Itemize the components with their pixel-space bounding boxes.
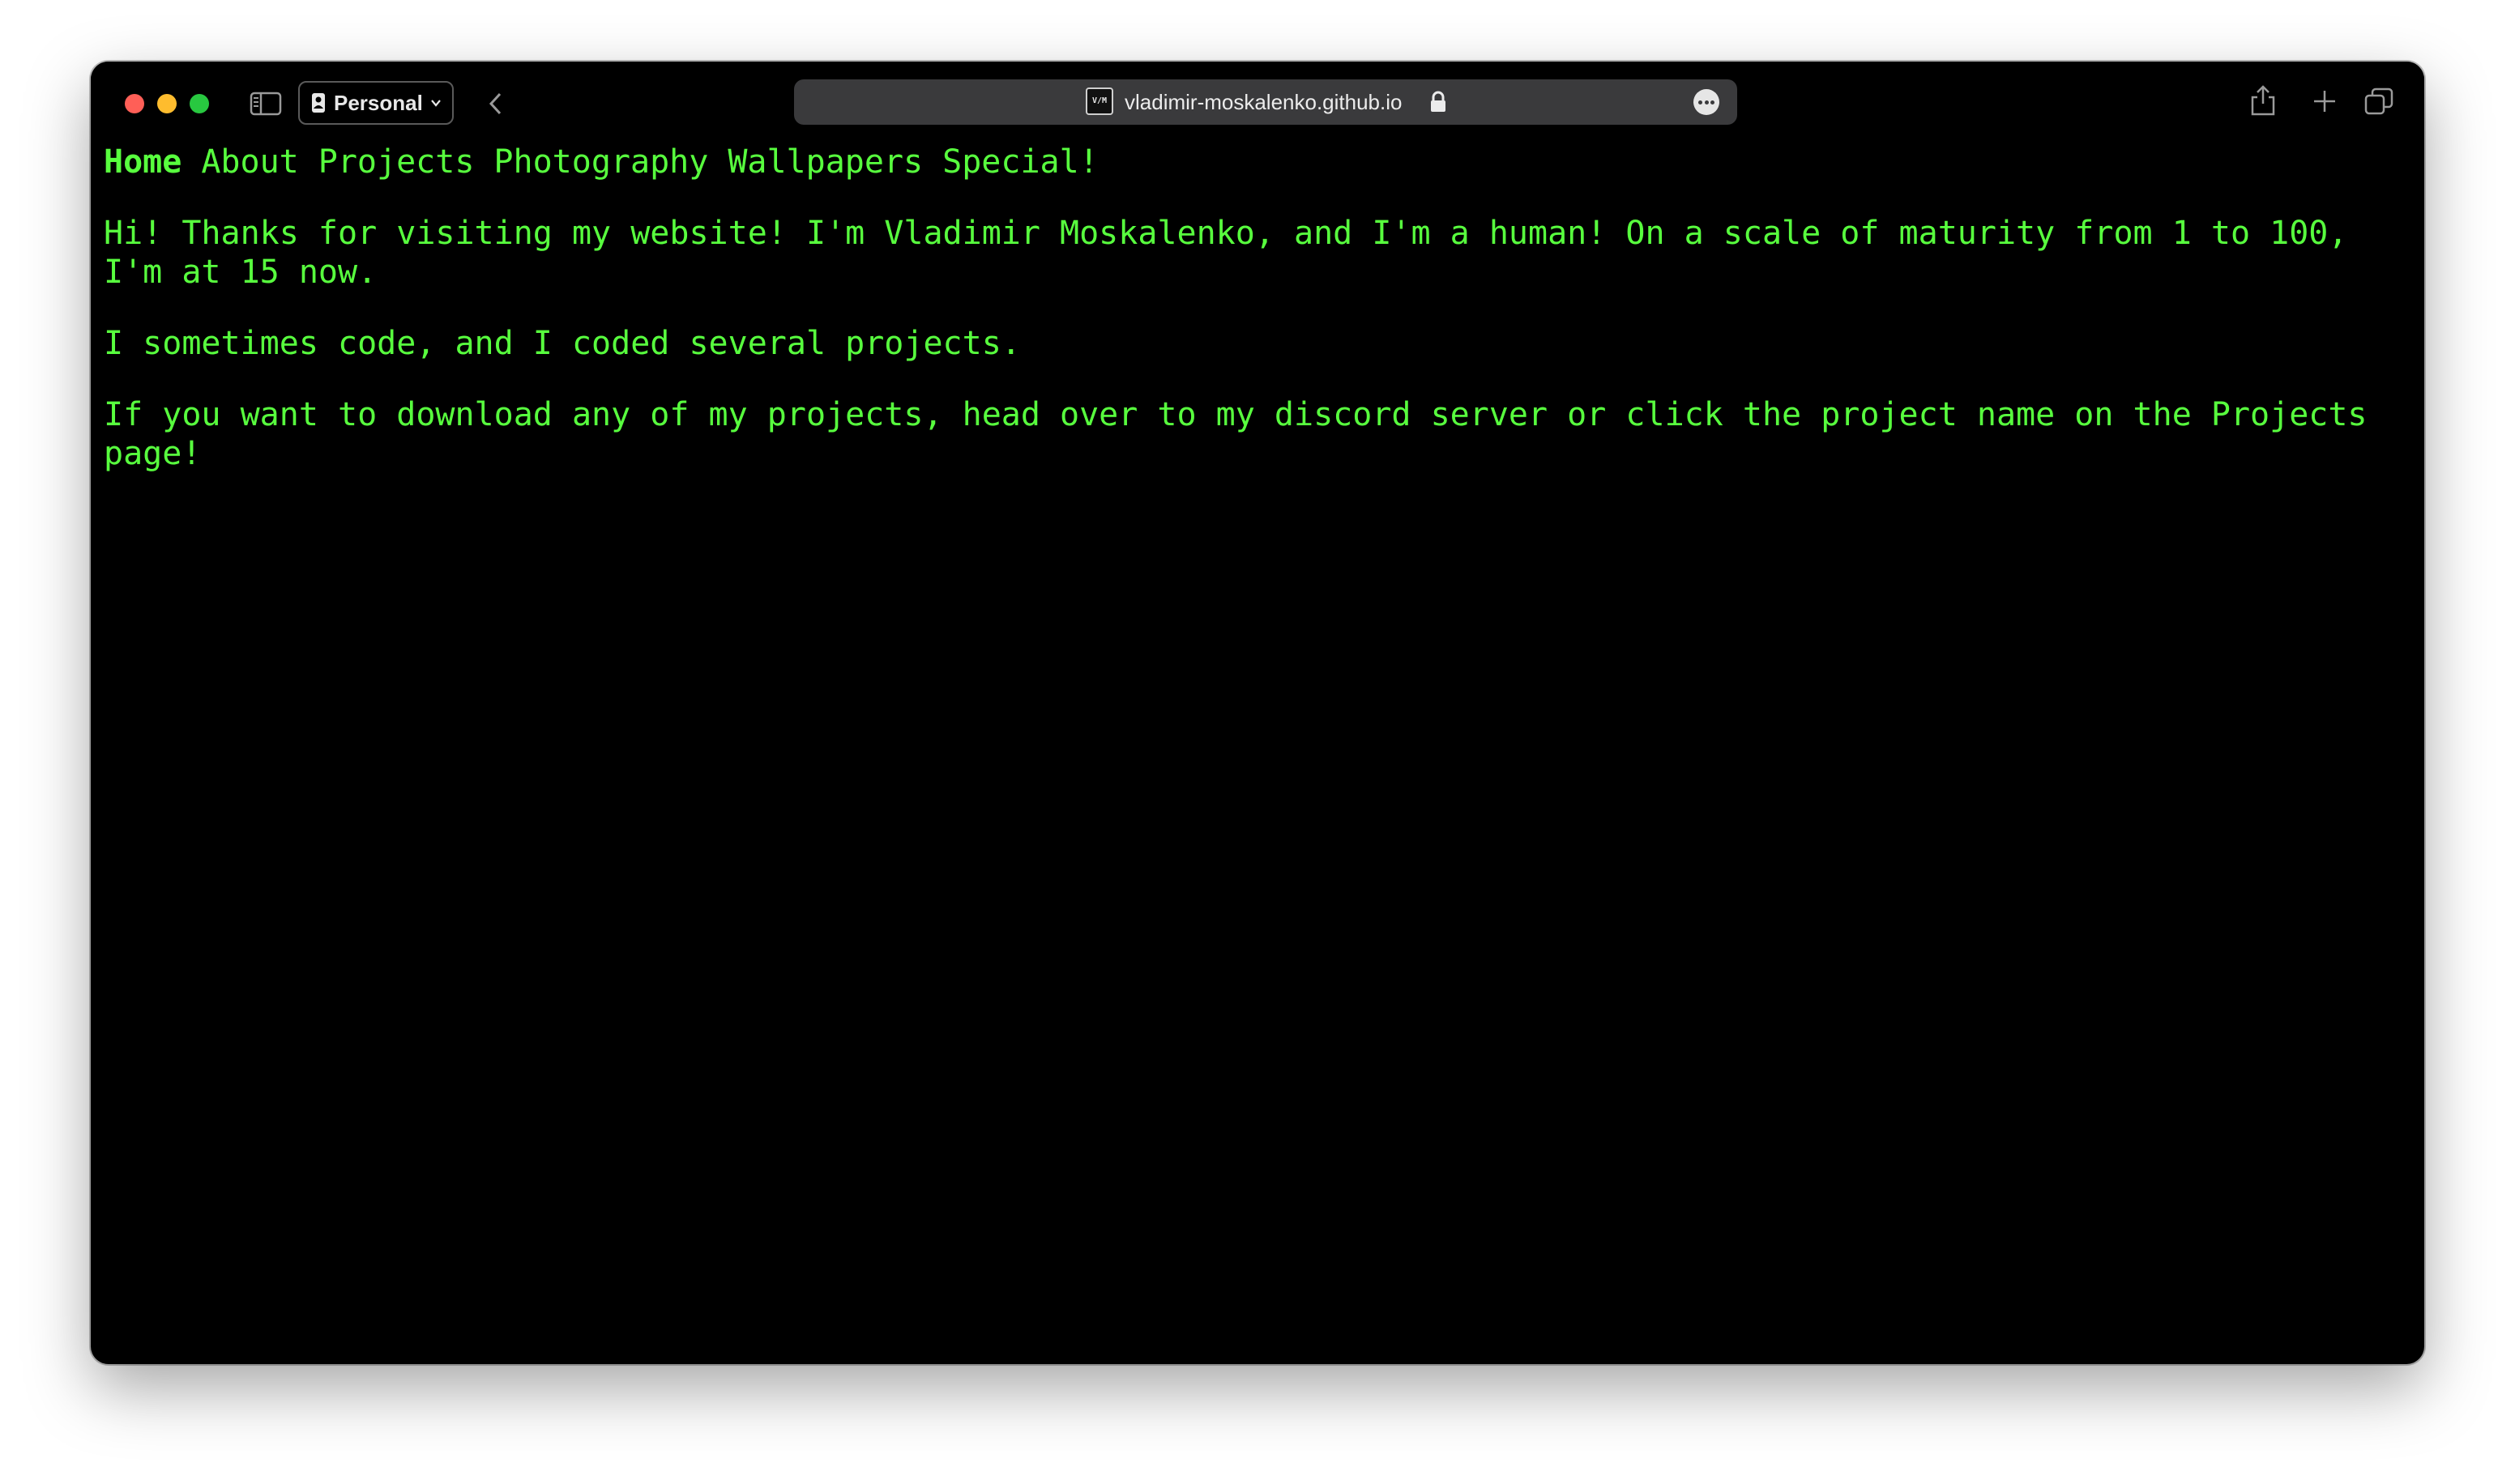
profile-badge-icon	[312, 93, 325, 113]
download-paragraph: If you want to download any of my projec…	[104, 396, 2368, 472]
chevron-down-icon	[430, 100, 441, 107]
nav-link-about[interactable]: About	[201, 143, 298, 181]
chevron-left-icon[interactable]	[486, 91, 506, 117]
minimize-window-button[interactable]	[157, 94, 177, 113]
zoom-window-button[interactable]	[190, 94, 209, 113]
nav-link-projects[interactable]: Projects	[318, 143, 475, 181]
nav-link-photography[interactable]: Photography	[493, 143, 708, 181]
browser-toolbar: Personal V/M vladimir-moskalenko.github.…	[91, 62, 2424, 143]
lock-icon	[1431, 91, 1445, 112]
profile-label: Personal	[334, 90, 423, 115]
browser-window: Personal V/M vladimir-moskalenko.github.…	[91, 62, 2424, 1364]
nav-link-home[interactable]: Home	[104, 143, 181, 181]
close-window-button[interactable]	[125, 94, 144, 113]
url-text[interactable]: vladimir-moskalenko.github.io	[1125, 79, 1402, 125]
intro-paragraph: Hi! Thanks for visiting my website! I'm …	[104, 215, 2348, 291]
sidebar-icon[interactable]	[250, 91, 282, 117]
share-icon[interactable]	[2249, 84, 2277, 117]
nav-link-special[interactable]: Special!	[942, 143, 1099, 181]
nav-link-wallpapers[interactable]: Wallpapers	[728, 143, 923, 181]
code-paragraph: I sometimes code, and I coded several pr…	[104, 325, 1021, 362]
ellipsis-icon[interactable]	[1693, 89, 1719, 115]
plus-icon[interactable]	[2312, 89, 2337, 113]
site-favicon: V/M	[1086, 87, 1113, 115]
address-bar[interactable]: V/M vladimir-moskalenko.github.io	[794, 79, 1737, 125]
site-nav: Home About Projects Photography Wallpapers Sp…	[104, 143, 2410, 181]
tab-overview-icon[interactable]	[2364, 87, 2393, 115]
profile-switcher-button[interactable]: Personal	[298, 81, 454, 125]
page-content: Home About Projects Photography Wallpapers Sp…	[104, 143, 2410, 473]
